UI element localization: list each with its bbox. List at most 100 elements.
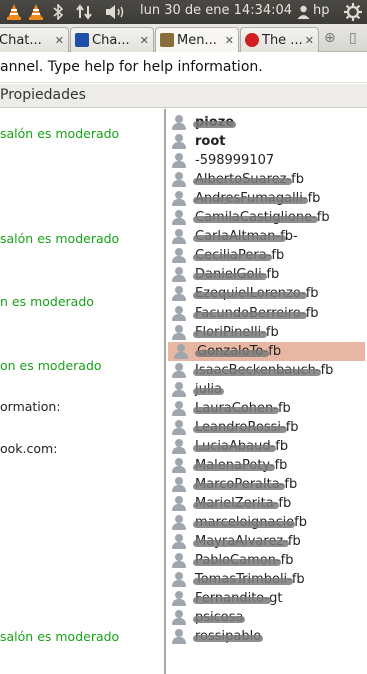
user-list-item[interactable]: DanielGoli-fb [166, 265, 367, 284]
tab-chat[interactable]: Chat... ✕ [0, 27, 69, 52]
tab-label: Cha... [92, 32, 130, 48]
close-icon[interactable]: ✕ [52, 34, 64, 47]
user-nick: IsaacBeckenbauch-fb [192, 362, 334, 378]
user-nick: julia [192, 381, 225, 397]
chat-message: salón es moderado [0, 629, 120, 644]
volume-icon[interactable] [104, 2, 128, 22]
user-list-item[interactable]: CeciliaPera-fb [166, 246, 367, 265]
tab-men[interactable]: Men... ✕ [155, 27, 239, 52]
system-panel: lun 30 de ene 14:34:04 hp [0, 0, 367, 24]
panel-clock[interactable]: lun 30 de ene 14:34:04 [140, 3, 292, 18]
user-list-item[interactable]: IsaacBeckenbauch-fb [166, 361, 367, 380]
user-nick: MayraAlvarez-fb [193, 534, 301, 550]
user-list-item[interactable]: MayraAlvarez-fb [166, 532, 367, 551]
user-nick: MarcoPeralta-fb [192, 476, 298, 492]
user-icon [172, 286, 186, 302]
user-list-item[interactable]: pioze [166, 113, 367, 132]
user-icon [172, 210, 186, 226]
user-nick: DanielGoli-fb [192, 267, 280, 283]
user-nick: LeandroRossi-fb [193, 419, 299, 435]
browser-tab-bar: Chat... ✕ Cha... ✕ Men... ✕ The ... ✕ ⊕ … [0, 24, 367, 52]
user-icon [172, 267, 186, 283]
user-nick: LuciaAbaud-fb [192, 438, 289, 454]
user-list-item[interactable]: FloriPinelli-fb [166, 323, 367, 342]
close-icon[interactable]: ✕ [222, 34, 234, 47]
user-nick: FacundoBerreiro-fb [193, 305, 319, 321]
user-nick: TomasTrimboli-fb [193, 572, 305, 588]
user-icon [172, 438, 186, 454]
user-list-item[interactable]: LuciaAbaud-fb [166, 437, 367, 456]
user-list-item[interactable]: root [166, 132, 367, 151]
network-arrows-icon[interactable] [75, 2, 93, 22]
user-list-item[interactable]: julia [166, 380, 367, 399]
user-list-item[interactable]: rossipablo [166, 627, 367, 646]
tab-label: Men... [177, 32, 217, 48]
user-nick: MarielZerita-fb [192, 496, 292, 511]
user-nick: pioze [192, 115, 237, 130]
user-list-item[interactable]: AlbertoSuarez-fb [166, 170, 367, 189]
user-nick: -598999107 [195, 153, 275, 169]
user-nick: FloriPinelli-fb [193, 324, 279, 340]
user-list-item[interactable]: EzequielLorenzo-fb [166, 284, 367, 303]
user-icon [172, 534, 186, 550]
close-icon[interactable]: ✕ [137, 34, 149, 47]
user-list-item[interactable]: LeandroRossi-fb [166, 418, 367, 437]
user-icon [172, 419, 186, 435]
user-list-item[interactable]: CarlaAltman-fb- [166, 227, 367, 246]
user-list-item[interactable]: Fernandito-gt [166, 589, 367, 608]
user-icon [172, 305, 186, 321]
user-icon [172, 610, 186, 626]
user-nick: MalenaPoty-fb [192, 457, 288, 473]
chat-message: n es moderado [0, 294, 94, 309]
user-list-item[interactable]: LauraCohen-fb [166, 399, 367, 418]
user-icon [172, 248, 186, 264]
user-nick: root [195, 134, 226, 150]
user-list-item[interactable]: -598999107 [166, 151, 367, 170]
user-icon [172, 591, 186, 607]
user-list-item[interactable]: marceloignaciofb [166, 513, 367, 532]
tab-cha[interactable]: Cha... ✕ [70, 27, 154, 52]
user-icon [172, 400, 186, 416]
user-icon [172, 496, 186, 511]
user-nick: CamilaCastiglione-fb [193, 210, 330, 226]
new-tab-icon[interactable]: ⊕ [324, 30, 336, 46]
user-list-item[interactable]: PabloCamon-fb [166, 551, 367, 570]
user-icon [172, 324, 186, 340]
user-nick: LauraCohen-fb [193, 400, 291, 416]
user-icon [172, 476, 186, 492]
vlc-icon[interactable] [6, 2, 22, 22]
bluetooth-icon[interactable] [52, 2, 64, 22]
user-icon [172, 629, 186, 645]
user-list-item[interactable]: FacundoBerreiro-fb [166, 304, 367, 323]
user-list-item[interactable]: MalenaPoty-fb [166, 456, 367, 475]
channel-topic: annel. Type help for help information. [0, 53, 367, 83]
user-icon [172, 515, 186, 531]
user-list-item[interactable]: MarcoPeralta-fb [166, 475, 367, 494]
user-list-item[interactable]: CamilaCastiglione-fb [166, 208, 367, 227]
tab-label: The ... [262, 32, 302, 48]
user-icon [172, 191, 186, 207]
user-list-item[interactable]: GonzaloTo-fb [168, 341, 365, 361]
user-list-item[interactable]: AndresFumagalli-fb [166, 189, 367, 208]
power-icon[interactable] [343, 2, 363, 22]
close-icon[interactable]: ✕ [302, 34, 314, 47]
user-icon [174, 343, 188, 359]
chat-log[interactable]: salón es moderado salón es moderado n es… [0, 109, 164, 674]
user-icon [172, 572, 186, 588]
chat-message: on es moderado [0, 358, 102, 373]
tab-the[interactable]: The ... ✕ [240, 27, 319, 52]
user-icon [172, 153, 186, 169]
user-list-item[interactable]: TomasTrimboli-fb [166, 570, 367, 589]
panel-user-name[interactable]: hp [313, 3, 330, 18]
chat-message: ormation: [0, 399, 61, 414]
menu-item-propiedades[interactable]: Propiedades [0, 87, 86, 103]
user-list-item[interactable]: psicosa [166, 608, 367, 627]
user-icon [172, 457, 186, 473]
user-icon [172, 362, 186, 378]
user-nick: AndresFumagalli-fb [192, 191, 321, 207]
user-list[interactable]: pioze root -598999107 AlbertoSuarez-fb Andre… [166, 109, 367, 674]
vlc-icon[interactable] [28, 2, 44, 22]
trash-icon[interactable]: ▯ [349, 30, 357, 46]
user-list-item[interactable]: MarielZerita-fb [166, 494, 367, 513]
user-status-icon[interactable] [296, 2, 310, 22]
